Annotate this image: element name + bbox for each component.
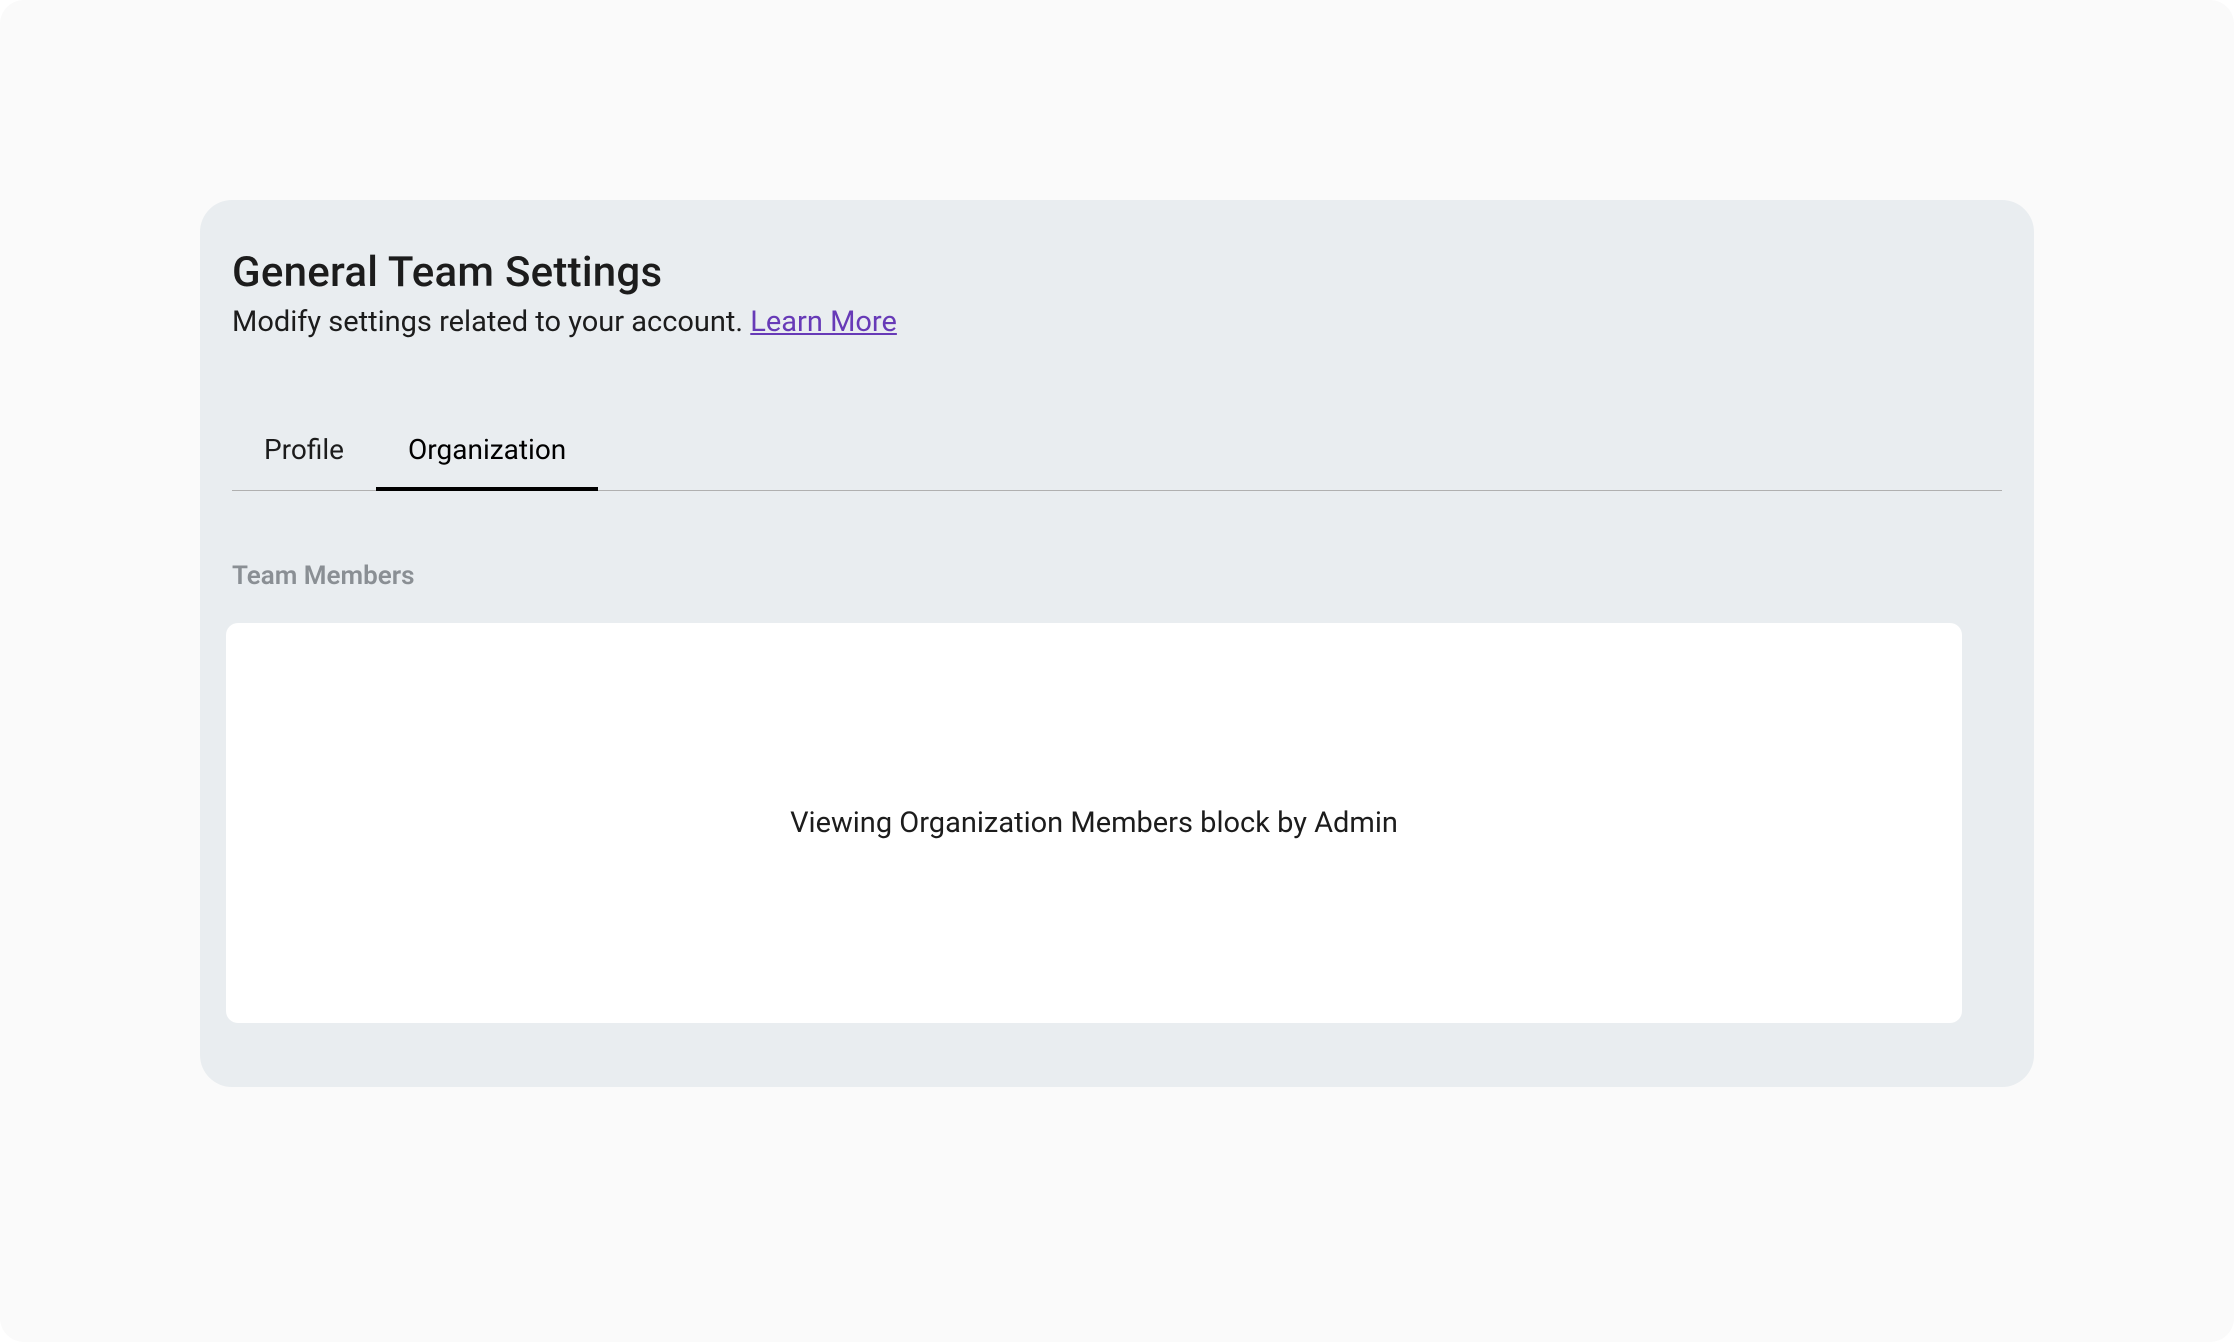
page-title: General Team Settings: [232, 248, 2002, 297]
tabs-container: Profile Organization: [232, 409, 2002, 491]
team-members-panel: Viewing Organization Members block by Ad…: [226, 623, 1962, 1023]
page-subtitle: Modify settings related to your account.…: [232, 305, 2002, 339]
tab-organization[interactable]: Organization: [376, 409, 598, 490]
subtitle-text: Modify settings related to your account.: [232, 305, 750, 339]
page-background: General Team Settings Modify settings re…: [0, 0, 2234, 1342]
section-label: Team Members: [232, 561, 2002, 591]
content-message: Viewing Organization Members block by Ad…: [790, 806, 1398, 840]
learn-more-link[interactable]: Learn More: [750, 305, 897, 339]
settings-card: General Team Settings Modify settings re…: [200, 200, 2034, 1087]
tab-profile[interactable]: Profile: [232, 409, 376, 490]
